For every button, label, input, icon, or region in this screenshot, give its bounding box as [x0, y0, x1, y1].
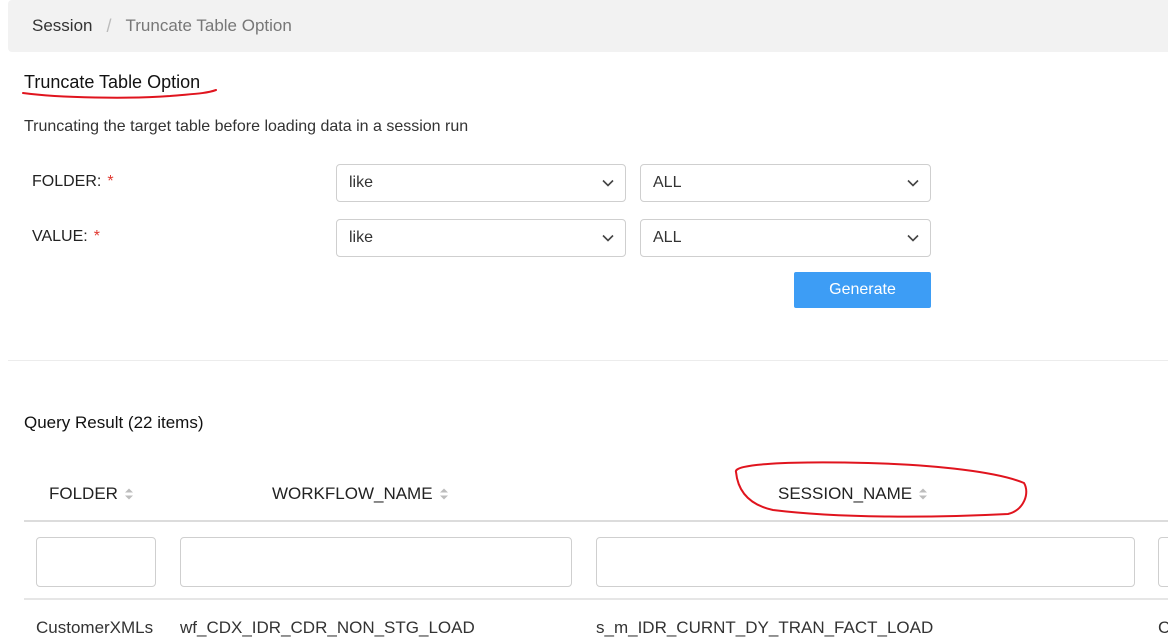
value-label-text: VALUE: — [32, 228, 88, 245]
folder-value: ALL — [653, 174, 682, 191]
sort-icon[interactable] — [439, 487, 449, 501]
column-header-folder-label: FOLDER — [49, 484, 118, 503]
generate-button[interactable]: Generate — [794, 272, 931, 308]
required-mark: * — [107, 173, 114, 190]
chevron-down-icon — [602, 234, 614, 242]
value-operator-select[interactable]: like — [336, 219, 626, 257]
section-divider — [8, 360, 1168, 361]
table-header-border — [24, 520, 1168, 522]
annotation-circle — [735, 461, 1028, 518]
column-header-workflow-name-label: WORKFLOW_NAME — [272, 484, 433, 503]
filter-input-next-column[interactable] — [1158, 537, 1168, 587]
table-row-border — [24, 598, 1168, 600]
folder-operator-value: like — [349, 174, 374, 191]
chevron-down-icon — [602, 179, 614, 187]
value-value-select[interactable]: ALL — [640, 219, 931, 257]
page-description: Truncating the target table before loadi… — [24, 118, 469, 135]
required-mark: * — [93, 228, 100, 245]
query-result-title: Query Result (22 items) — [24, 413, 204, 432]
folder-operator-select[interactable]: like — [336, 164, 626, 202]
breadcrumb: Session / Truncate Table Option — [8, 0, 1168, 52]
cell-workflow-name: wf_CDX_IDR_CDR_NON_STG_LOAD — [180, 618, 475, 637]
breadcrumb-current: Truncate Table Option — [125, 16, 292, 35]
column-header-folder[interactable]: FOLDER — [49, 484, 134, 504]
filter-input-workflow-name[interactable] — [180, 537, 572, 587]
cell-next-column: C — [1158, 618, 1168, 637]
value-operator-value: like — [349, 229, 374, 246]
annotation-underline — [22, 89, 217, 99]
value-label: VALUE: * — [32, 228, 100, 246]
column-header-workflow-name[interactable]: WORKFLOW_NAME — [272, 484, 449, 504]
chevron-down-icon — [907, 179, 919, 187]
folder-value-select[interactable]: ALL — [640, 164, 931, 202]
filter-input-session-name[interactable] — [596, 537, 1135, 587]
value-value: ALL — [653, 229, 682, 246]
cell-session-name: s_m_IDR_CURNT_DY_TRAN_FACT_LOAD — [596, 618, 934, 637]
folder-label: FOLDER: * — [32, 173, 114, 191]
breadcrumb-separator: / — [106, 15, 112, 36]
filter-input-folder[interactable] — [36, 537, 156, 587]
sort-icon[interactable] — [124, 487, 134, 501]
cell-folder: CustomerXMLs — [36, 618, 154, 637]
breadcrumb-session-link[interactable]: Session — [32, 16, 92, 36]
folder-label-text: FOLDER: — [32, 173, 102, 190]
chevron-down-icon — [907, 234, 919, 242]
